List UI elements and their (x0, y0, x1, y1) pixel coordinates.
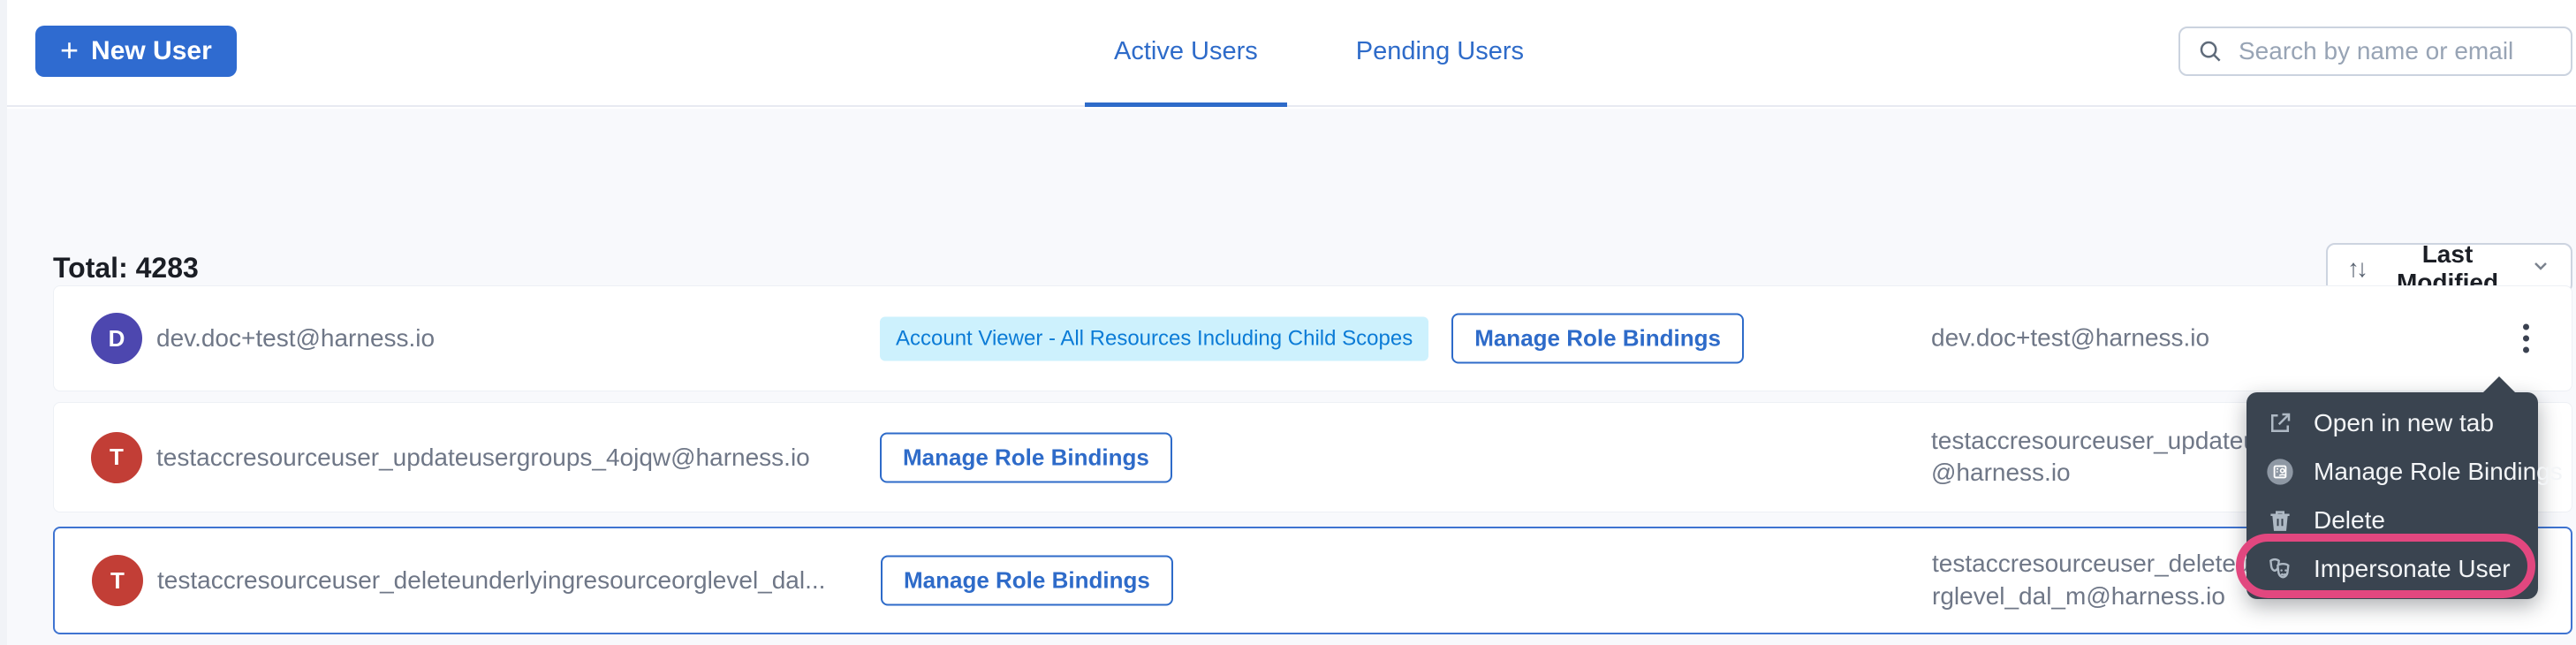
external-link-icon (2266, 409, 2294, 437)
avatar-letter: T (110, 567, 125, 595)
avatar: T (91, 432, 142, 483)
tab-pending-users-label: Pending Users (1356, 37, 1524, 66)
menu-item-manage-role-bindings[interactable]: Manage Role Bindings (2246, 447, 2538, 496)
tab-active-users[interactable]: Active Users (1085, 0, 1287, 107)
role-binding-cell: Manage Role Bindings (881, 556, 1173, 606)
user-name: testaccresourceuser_deleteunderlyingreso… (157, 566, 825, 595)
user-email: dev.doc+test@harness.io (1931, 322, 2461, 355)
manage-role-bindings-button[interactable]: Manage Role Bindings (1451, 314, 1744, 364)
menu-item-label: Delete (2314, 506, 2385, 535)
menu-caret (2482, 376, 2516, 393)
manage-role-bindings-button[interactable]: Manage Role Bindings (881, 556, 1173, 606)
avatar: D (91, 313, 142, 364)
menu-item-impersonate-user[interactable]: Impersonate User (2246, 544, 2538, 593)
plus-icon: + (60, 34, 79, 66)
role-bindings-icon (2266, 458, 2294, 486)
search-input[interactable] (2239, 37, 2555, 65)
table-row-selected[interactable]: T testaccresourceuser_deleteunderlyingre… (53, 527, 2572, 634)
menu-item-label: Impersonate User (2314, 555, 2511, 583)
page-header: + New User Active Users Pending Users (7, 0, 2576, 107)
table-row[interactable]: D dev.doc+test@harness.io Account Viewer… (53, 285, 2572, 391)
tab-bar: Active Users Pending Users (1085, 0, 1553, 107)
users-panel: Total: 4283 ↑↓ Last Modified USERS i ROL… (7, 109, 2576, 645)
avatar-letter: T (110, 444, 124, 471)
row-context-menu: Open in new tab Manage Role Bindings (2246, 392, 2538, 599)
tab-pending-users[interactable]: Pending Users (1327, 0, 1553, 107)
menu-item-delete[interactable]: Delete (2246, 496, 2538, 544)
sort-arrows-icon: ↑↓ (2347, 254, 2365, 283)
manage-role-bindings-button[interactable]: Manage Role Bindings (880, 432, 1172, 482)
new-user-button[interactable]: + New User (35, 26, 237, 77)
role-binding-cell: Account Viewer - All Resources Including… (880, 314, 1744, 364)
role-binding-cell: Manage Role Bindings (880, 432, 1172, 482)
avatar-letter: D (109, 325, 125, 353)
search-box[interactable] (2178, 27, 2572, 76)
table-row[interactable]: T testaccresourceuser_updateusergroups_4… (53, 402, 2572, 512)
user-name: testaccresourceuser_updateusergroups_4oj… (156, 444, 810, 472)
page-left-edge (0, 0, 7, 645)
role-binding-badge: Account Viewer - All Resources Including… (880, 316, 1428, 360)
user-name: dev.doc+test@harness.io (156, 324, 435, 353)
trash-icon (2266, 506, 2294, 535)
menu-item-label: Manage Role Bindings (2314, 458, 2563, 486)
new-user-button-label: New User (91, 36, 212, 66)
menu-item-label: Open in new tab (2314, 409, 2494, 437)
chevron-down-icon (2530, 254, 2551, 283)
tab-active-users-label: Active Users (1114, 37, 1258, 66)
avatar: T (92, 555, 143, 606)
total-count: Total: 4283 (53, 252, 199, 285)
masks-icon (2266, 555, 2294, 583)
search-icon (2196, 37, 2224, 65)
menu-item-open-in-new-tab[interactable]: Open in new tab (2246, 398, 2538, 447)
row-options-menu-button[interactable] (2516, 317, 2536, 360)
